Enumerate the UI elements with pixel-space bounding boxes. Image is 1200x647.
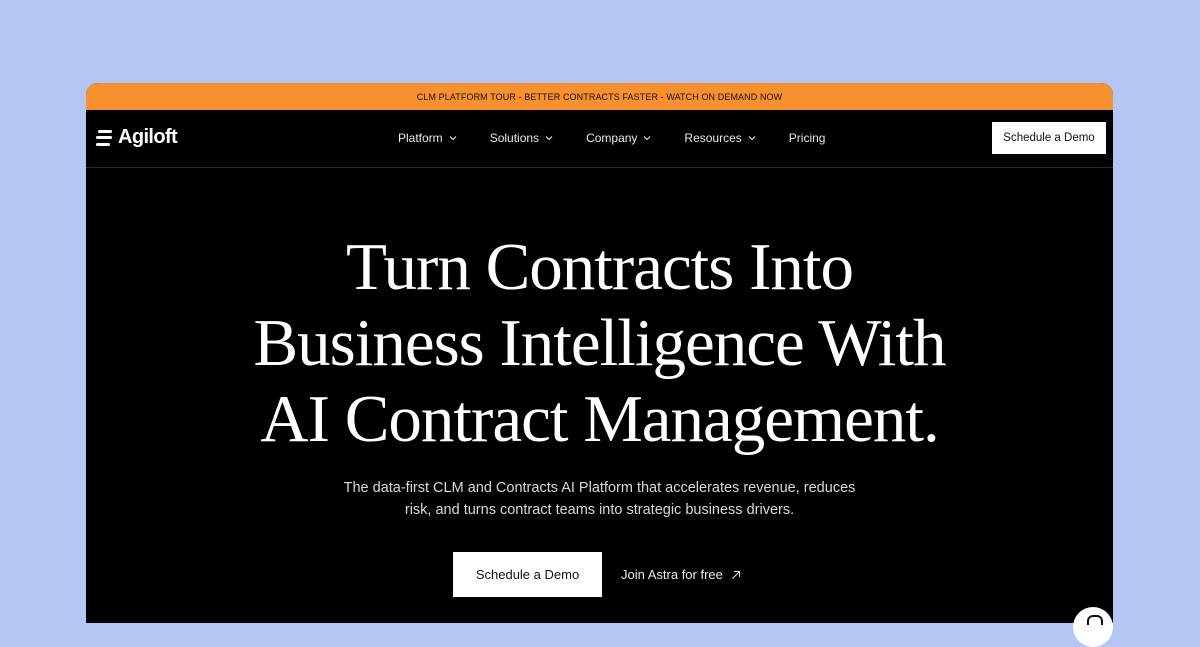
nav-item-platform[interactable]: Platform	[398, 131, 458, 145]
schedule-demo-nav-button[interactable]: Schedule a Demo	[992, 122, 1106, 154]
chat-icon[interactable]	[1073, 607, 1113, 647]
announcement-banner[interactable]: CLM PLATFORM TOUR - BETTER CONTRACTS FAS…	[86, 83, 1113, 110]
browser-frame: CLM PLATFORM TOUR - BETTER CONTRACTS FAS…	[86, 83, 1113, 623]
hero-subtitle-line: risk, and turns contract teams into stra…	[404, 502, 795, 518]
nav-item-label: Company	[586, 131, 638, 145]
join-astra-label: Join Astra for free	[621, 567, 723, 582]
banner-text[interactable]: CLM PLATFORM TOUR - BETTER CONTRACTS FAS…	[417, 92, 783, 102]
nav-item-label: Pricing	[788, 131, 826, 145]
hero-title-line: Turn Contracts Into	[345, 230, 854, 304]
hero-subtitle-line: The data-first CLM and Contracts AI Plat…	[343, 480, 856, 496]
nav-item-solutions[interactable]: Solutions	[490, 131, 554, 145]
nav-item-pricing[interactable]: Pricing	[789, 131, 826, 145]
nav-item-label: Solutions	[489, 131, 540, 145]
nav-item-label: Platform	[398, 131, 443, 145]
main-menu: Platform Solutions Company Resources Pri…	[398, 110, 857, 166]
chevron-down-icon	[449, 136, 457, 141]
logo-mark-icon	[96, 129, 112, 146]
arrow-up-right-icon	[732, 570, 740, 579]
nav-item-label: Resources	[684, 131, 742, 145]
logo[interactable]: Agiloft	[96, 126, 178, 149]
schedule-demo-hero-button[interactable]: Schedule a Demo	[453, 552, 602, 597]
chevron-down-icon	[545, 136, 553, 141]
hero-title-line: Business Intelligence With	[253, 306, 946, 380]
chevron-down-icon	[748, 136, 756, 141]
hero-subtitle: The data-first CLM and Contracts AI Plat…	[306, 477, 893, 521]
logo-text: Agiloft	[118, 126, 178, 148]
hero-title-line: AI Contract Management.	[260, 382, 939, 456]
hero-title: Turn Contracts Into Business Intelligenc…	[86, 229, 1113, 457]
nav-item-company[interactable]: Company	[586, 131, 652, 145]
top-navigation: Agiloft Platform Solutions Company Resou…	[86, 110, 1113, 168]
join-astra-link[interactable]: Join Astra for free	[621, 552, 742, 597]
chevron-down-icon	[644, 136, 651, 141]
nav-item-resources[interactable]: Resources	[684, 131, 756, 145]
